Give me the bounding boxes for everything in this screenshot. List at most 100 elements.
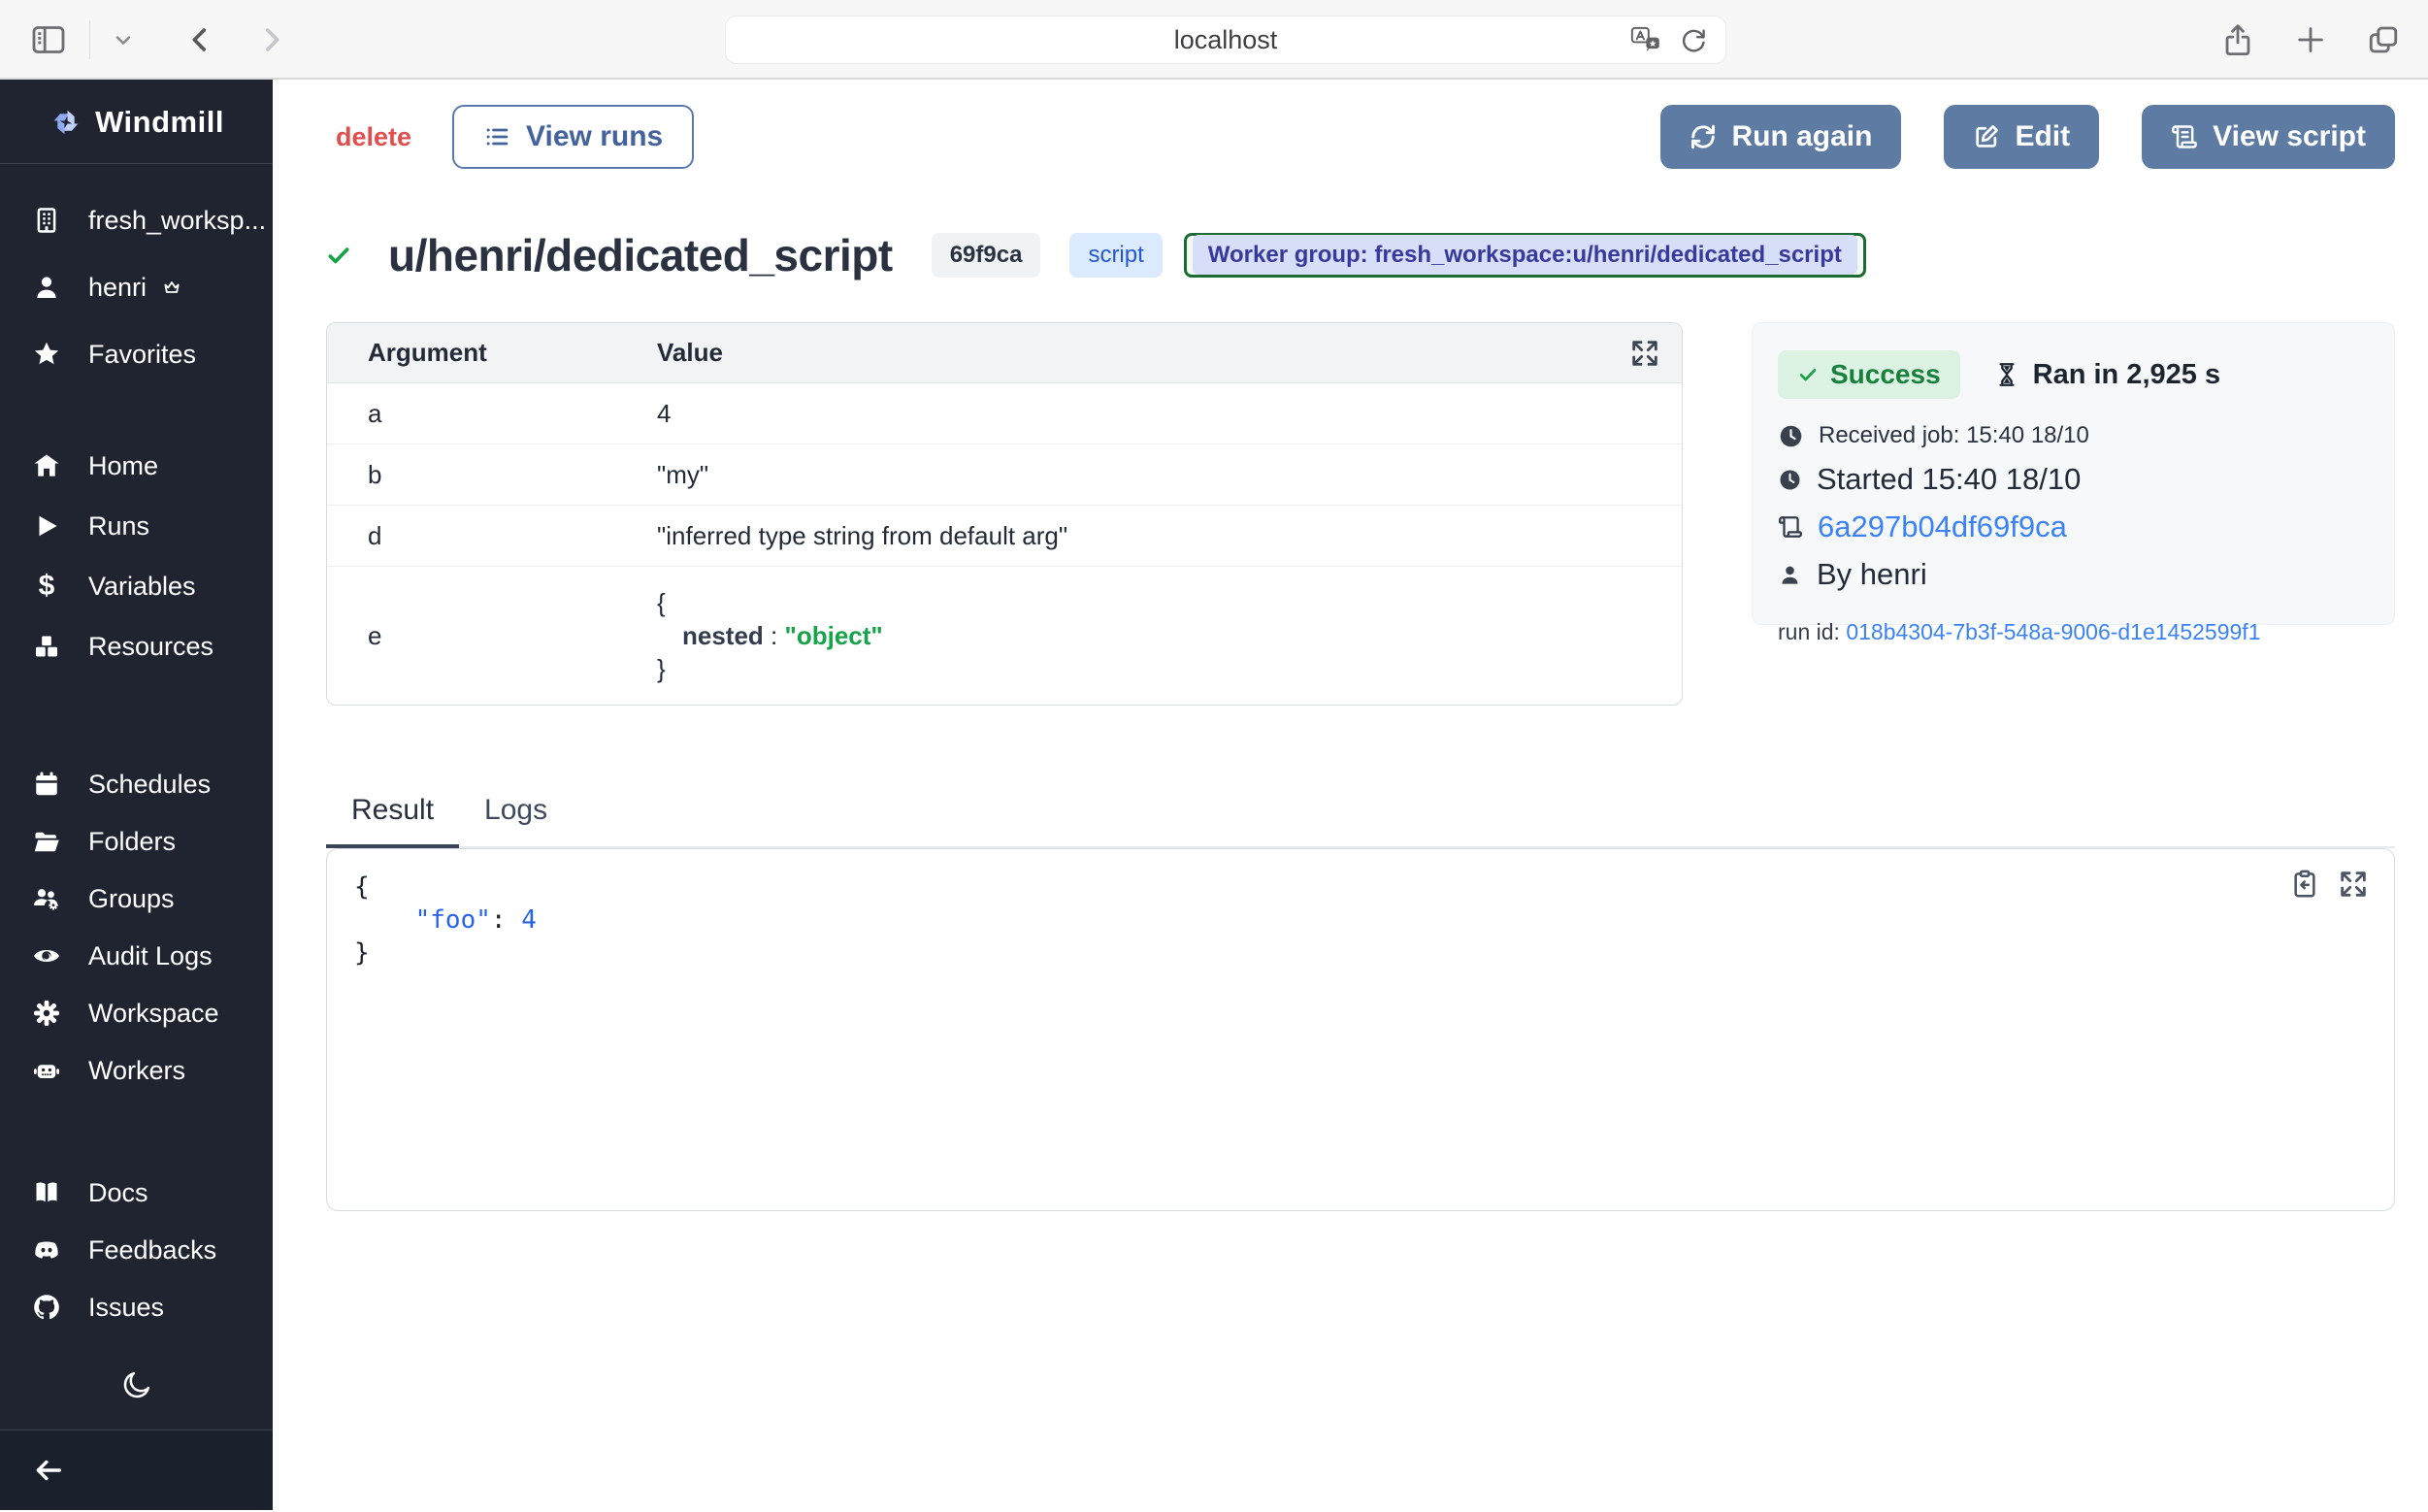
result-box: { "foo": 4 } <box>326 848 2395 1211</box>
url-bar-icons <box>1630 16 1708 63</box>
view-runs-button[interactable]: View runs <box>452 105 694 169</box>
folder-icon <box>32 827 61 856</box>
refresh-icon <box>1690 123 1717 150</box>
run-again-button[interactable]: Run again <box>1660 105 1901 169</box>
json-entry: "foo": 4 <box>354 904 2367 937</box>
title-row: u/henri/dedicated_script 69f9ca script W… <box>326 223 1866 287</box>
worker-group-badge: Worker group: fresh_workspace:u/henri/de… <box>1184 233 1866 278</box>
windmill-logo-icon <box>49 105 83 140</box>
column-argument: Argument <box>327 338 657 368</box>
back-icon[interactable] <box>183 23 216 56</box>
list-icon <box>483 123 510 150</box>
edit-button[interactable]: Edit <box>1944 105 2099 169</box>
sidebar-item-schedules[interactable]: Schedules <box>0 757 273 811</box>
sidebar-item-workspace-settings[interactable]: Workspace <box>0 986 273 1040</box>
table-row: d "inferred type string from default arg… <box>327 506 1682 567</box>
sidebar-item-workers[interactable]: Workers <box>0 1043 273 1098</box>
sidebar-item-groups[interactable]: Groups <box>0 871 273 926</box>
view-script-button[interactable]: View script <box>2142 105 2395 169</box>
translate-icon[interactable] <box>1630 25 1663 54</box>
tab-logs[interactable]: Logs <box>459 780 573 846</box>
sidebar-item-favorites[interactable]: Favorites <box>0 327 273 381</box>
play-icon <box>32 511 61 541</box>
feedbacks-label: Feedbacks <box>88 1235 216 1265</box>
audit-logs-label: Audit Logs <box>88 941 213 971</box>
new-tab-icon[interactable] <box>2294 23 2327 56</box>
crown-icon <box>162 278 181 297</box>
action-buttons: Run again Edit <box>1660 105 2395 169</box>
reload-icon[interactable] <box>1679 25 1708 54</box>
url-text: localhost <box>1174 25 1278 55</box>
run-status-row: Success Ran in 2,925 s <box>1778 350 2369 399</box>
sidebar-item-variables[interactable]: $ Variables <box>0 559 273 613</box>
user-label: henri <box>88 273 147 303</box>
resources-label: Resources <box>88 632 213 662</box>
workspace-settings-label: Workspace <box>88 999 219 1029</box>
discord-icon <box>32 1235 61 1265</box>
expand-result-icon[interactable] <box>2338 869 2369 900</box>
arg-value: "my" <box>657 460 708 490</box>
check-icon <box>1797 364 1819 385</box>
sidebar-divider-top <box>0 163 273 164</box>
app-shell: Windmill fresh_worksp... henri <box>0 80 2428 1510</box>
result-tabs: Result Logs <box>326 780 2395 848</box>
arg-name: e <box>327 621 657 651</box>
runs-label: Runs <box>88 511 149 542</box>
windmill-logo[interactable]: Windmill <box>0 95 273 149</box>
json-close: } <box>354 937 2367 970</box>
theme-toggle[interactable] <box>0 1368 273 1401</box>
expand-table-icon[interactable] <box>1629 338 1660 369</box>
star-icon <box>32 340 61 369</box>
sidebar-item-feedbacks[interactable]: Feedbacks <box>0 1223 273 1277</box>
sidebar-item-audit-logs[interactable]: Audit Logs <box>0 929 273 983</box>
chevron-down-icon[interactable] <box>112 28 135 51</box>
home-icon <box>32 451 61 480</box>
url-bar[interactable]: localhost <box>725 16 1726 64</box>
delete-button[interactable]: delete <box>336 122 411 152</box>
sidebar-item-docs[interactable]: Docs <box>0 1166 273 1220</box>
run-info-panel: Success Ran in 2,925 s Received job: 15:… <box>1752 322 2395 625</box>
arg-name: a <box>327 399 657 429</box>
forward-icon[interactable] <box>255 23 288 56</box>
received-job-row: Received job: 15:40 18/10 <box>1778 422 2369 449</box>
boxes-icon <box>32 632 61 661</box>
sidebar-item-home[interactable]: Home <box>0 439 273 493</box>
tab-result[interactable]: Result <box>326 780 459 848</box>
arg-name: b <box>327 460 657 490</box>
edit-label: Edit <box>2015 120 2070 153</box>
sidebar-item-runs[interactable]: Runs <box>0 499 273 553</box>
share-icon[interactable] <box>2220 21 2255 58</box>
run-id-label: run id: <box>1778 619 1840 644</box>
users-gear-icon <box>32 884 61 913</box>
run-toolbar: delete View runs <box>336 105 694 169</box>
arg-value: "inferred type string from default arg" <box>657 521 1067 551</box>
run-id-link[interactable]: 018b4304-7b3f-548a-9006-d1e1452599f1 <box>1846 619 2260 644</box>
status-label: Success <box>1830 359 1941 390</box>
sidebar: Windmill fresh_worksp... henri <box>0 80 273 1510</box>
sidebar-item-issues[interactable]: Issues <box>0 1280 273 1334</box>
edit-pencil-icon <box>1973 123 2000 150</box>
workers-label: Workers <box>88 1056 185 1086</box>
sidebar-item-resources[interactable]: Resources <box>0 619 273 674</box>
scroll-icon <box>1778 514 1803 540</box>
collapse-sidebar-icon[interactable] <box>32 1454 65 1487</box>
sidebar-item-workspace[interactable]: fresh_worksp... <box>0 193 273 247</box>
table-row: b "my" <box>327 444 1682 506</box>
calendar-icon <box>32 770 61 799</box>
view-runs-label: View runs <box>526 120 663 153</box>
object-open: { <box>657 586 883 619</box>
home-label: Home <box>88 451 158 481</box>
github-icon <box>32 1293 61 1322</box>
script-hash-row: 6a297b04df69f9ca <box>1778 509 2369 544</box>
tab-overview-icon[interactable] <box>2366 22 2401 57</box>
user-icon <box>32 273 61 302</box>
sidebar-item-folders[interactable]: Folders <box>0 814 273 869</box>
sidebar-item-user[interactable]: henri <box>0 260 273 314</box>
main-content: delete View runs Run <box>273 80 2428 1510</box>
script-hash-link[interactable]: 6a297b04df69f9ca <box>1818 509 2067 544</box>
copy-to-clipboard-icon[interactable] <box>2289 869 2320 900</box>
sidebar-toggle-icon[interactable] <box>29 20 68 59</box>
browser-chrome: localhost <box>0 0 2428 80</box>
robot-icon <box>32 1056 61 1085</box>
worker-group-label: Worker group: fresh_workspace:u/henri/de… <box>1193 235 1857 275</box>
